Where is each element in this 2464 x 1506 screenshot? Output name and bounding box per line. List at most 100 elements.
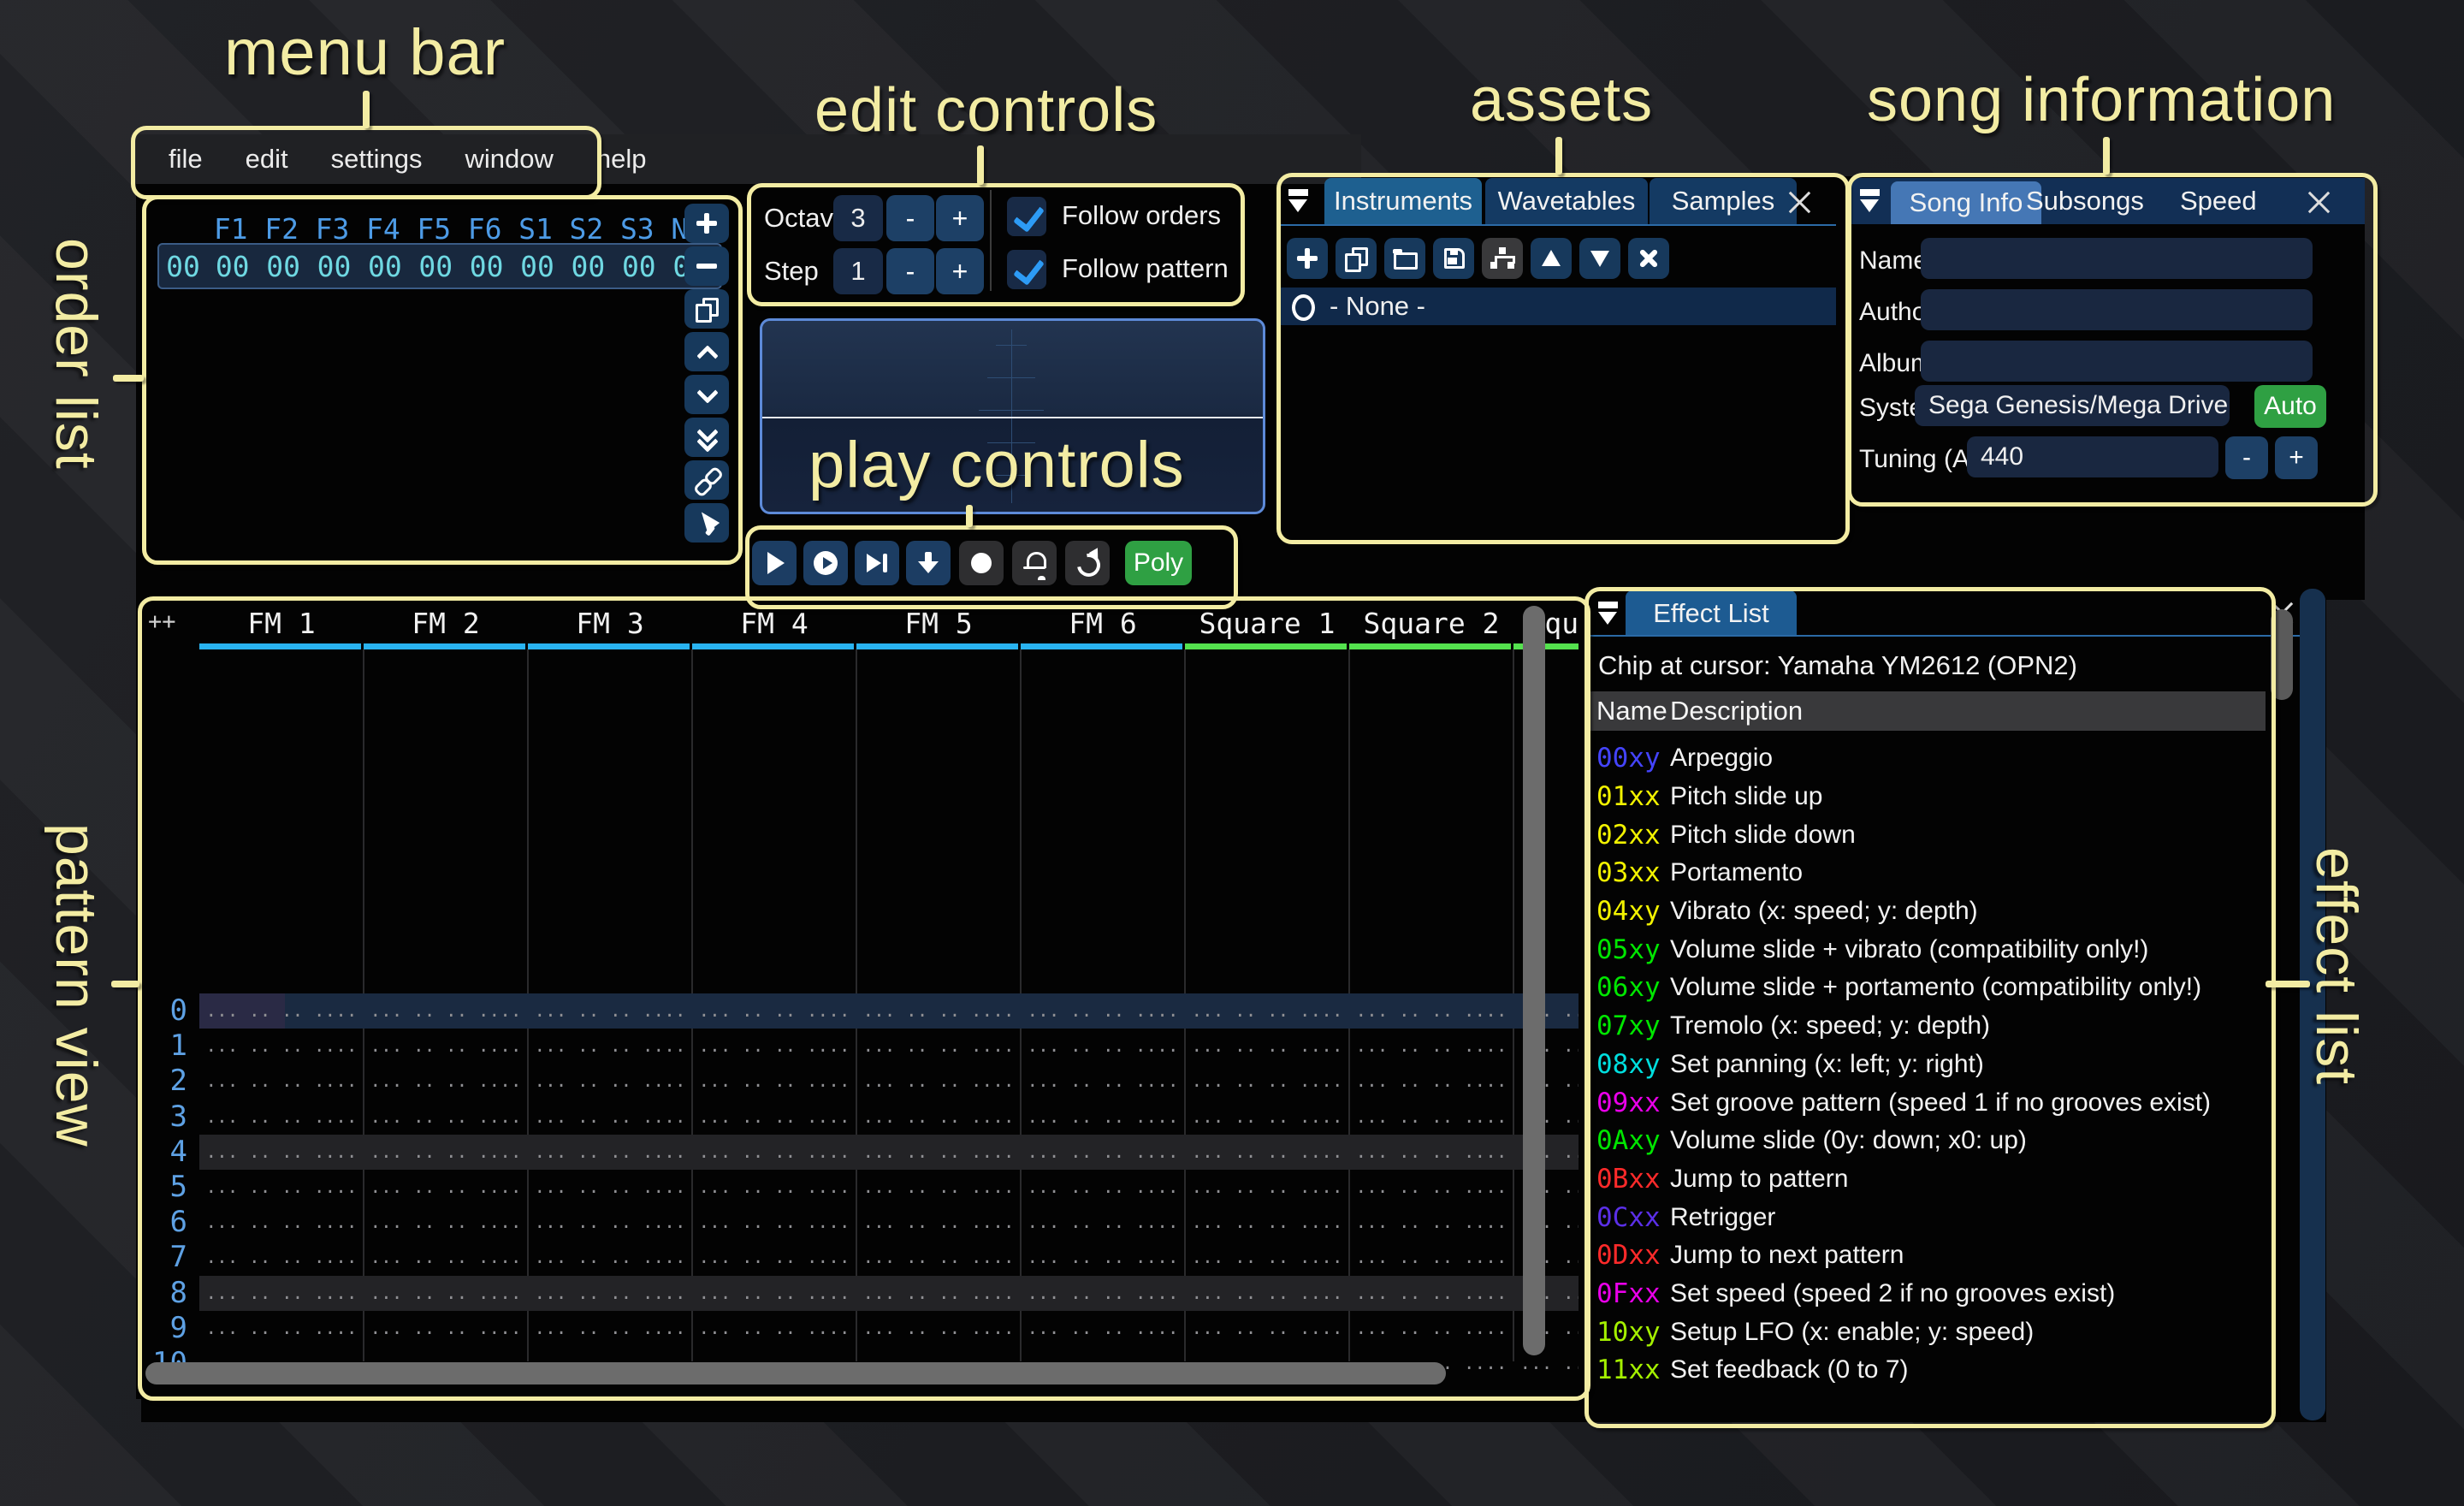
play-pattern-button[interactable]	[803, 541, 848, 585]
move-asset-down-button[interactable]	[1579, 238, 1620, 279]
pattern-cell[interactable]: ··· ·· ·· ····	[1185, 1205, 1349, 1240]
menu-item-help[interactable]: help	[596, 144, 647, 175]
effect-entry[interactable]: 0Axy Volume slide (0y: down; x0: up)	[1588, 1122, 2266, 1160]
pattern-cell[interactable]: ··· ·· ·· ····	[1021, 1100, 1185, 1135]
name-input[interactable]	[1921, 238, 2313, 279]
pattern-cell[interactable]: ··· ·· ·· ····	[856, 1100, 1021, 1135]
pattern-cell[interactable]: ··· ·· ·· ····	[1021, 1029, 1185, 1064]
effect-entry[interactable]: 02xx Pitch slide down	[1588, 815, 2266, 854]
pattern-cell[interactable]: ··· ·· ·· ····	[1349, 1205, 1513, 1240]
pattern-cell[interactable]: ··· ·· ·· ····	[528, 1240, 692, 1275]
duplicate-asset-button[interactable]	[1336, 238, 1377, 279]
menu-item-file[interactable]: file	[169, 144, 203, 175]
tuning-increase-button[interactable]: +	[2275, 436, 2318, 479]
step-row-button[interactable]	[906, 541, 951, 585]
pattern-horizontal-scrollbar[interactable]	[145, 1362, 1446, 1384]
system-auto-button[interactable]: Auto	[2254, 385, 2326, 428]
tab-effect-list[interactable]: Effect List	[1626, 590, 1797, 637]
pattern-cell[interactable]: ··· ·· ·· ····	[1185, 1311, 1349, 1346]
pattern-cell[interactable]: ··· ·· ·· ····	[364, 1029, 528, 1064]
menu-item-settings[interactable]: settings	[331, 144, 423, 175]
step-value[interactable]: 1	[833, 248, 883, 294]
channel-header-fm-3[interactable]: FM 3	[528, 607, 692, 640]
pattern-cell[interactable]: ··· ·· ·· ····	[364, 1064, 528, 1099]
pattern-cell[interactable]: ··· ·· ·· ····	[199, 1240, 364, 1275]
tab-samples[interactable]: Samples	[1650, 178, 1797, 224]
tuning-input[interactable]: 440	[1967, 436, 2218, 477]
pattern-row[interactable]: 5 ··· ·· ·· ···· ··· ·· ·· ···· ··· ·· ·· ·…	[141, 1170, 1578, 1205]
pattern-cell[interactable]: ··· ·· ·· ····	[856, 1276, 1021, 1311]
follow-pattern-checkbox[interactable]	[1007, 250, 1046, 289]
pattern-cell[interactable]: ··· ·· ·· ····	[364, 1100, 528, 1135]
tab-song-info[interactable]: Song Info	[1891, 181, 2041, 224]
duplicate-order-button[interactable]	[684, 289, 729, 329]
add-order-button[interactable]	[684, 204, 729, 243]
effect-entry[interactable]: 03xx Portamento	[1588, 854, 2266, 892]
pattern-row[interactable]: 2 ··· ·· ·· ···· ··· ·· ·· ···· ··· ·· ·· ·…	[141, 1064, 1578, 1099]
pattern-row[interactable]: 6 ··· ·· ·· ···· ··· ·· ·· ···· ··· ·· ·· ·…	[141, 1205, 1578, 1240]
channel-header-fm-5[interactable]: FM 5	[856, 607, 1021, 640]
pattern-cell[interactable]: ··· ·· ·· ····	[199, 1100, 364, 1135]
pattern-cell[interactable]: ··· ·· ·· ····	[856, 1135, 1021, 1170]
pattern-cell[interactable]: ··· ·· ·· ····	[1021, 1240, 1185, 1275]
octave-increase-button[interactable]: +	[936, 195, 984, 241]
tab-wavetables[interactable]: Wavetables	[1485, 178, 1648, 224]
order-cell-F6[interactable]: 00	[461, 250, 512, 283]
pattern-cell[interactable]: ··· ·· ·· ····	[528, 1276, 692, 1311]
duplicate-order-end-button[interactable]	[684, 418, 729, 457]
deep-clone-order-button[interactable]	[684, 460, 729, 500]
channel-header-fm-4[interactable]: FM 4	[692, 607, 856, 640]
pattern-cell[interactable]: ··· ·· ·· ····	[692, 1205, 856, 1240]
pattern-cell[interactable]: ··· ·· ·· ····	[528, 1135, 692, 1170]
pattern-cell[interactable]: ··· ·· ·· ····	[364, 1240, 528, 1275]
pattern-cell[interactable]: ··· ·· ·· ····	[1349, 1135, 1513, 1170]
menu-item-edit[interactable]: edit	[246, 144, 288, 175]
pattern-cell[interactable]: ··· ·· ·· ····	[199, 1170, 364, 1205]
pattern-cell[interactable]: ··· ·· ·· ····	[364, 1135, 528, 1170]
pattern-cell[interactable]: ··· ·· ·· ····	[1185, 1240, 1349, 1275]
pattern-cell[interactable]: ··· ·· ·· ····	[1185, 1276, 1349, 1311]
pattern-cell[interactable]: ··· ·· ·· ····	[1185, 1100, 1349, 1135]
effect-entry[interactable]: 04xy Vibrato (x: speed; y: depth)	[1588, 892, 2266, 931]
pattern-row[interactable]: 9 ··· ·· ·· ···· ··· ·· ·· ···· ··· ·· ·· ·…	[141, 1311, 1578, 1346]
effect-entry[interactable]: 08xy Set panning (x: left; y: right)	[1588, 1046, 2266, 1084]
order-cell-F2[interactable]: 00	[258, 250, 308, 283]
metronome-button[interactable]	[1012, 541, 1057, 585]
tab-speed[interactable]: Speed	[2180, 178, 2257, 224]
delete-asset-button[interactable]	[1628, 238, 1669, 279]
pattern-cell[interactable]: ··· ·· ·· ····	[692, 1276, 856, 1311]
effect-entry[interactable]: 01xx Pitch slide up	[1588, 778, 2266, 816]
collapse-icon[interactable]	[1285, 187, 1316, 217]
close-assets-button[interactable]	[1783, 187, 1814, 217]
pattern-cell[interactable]: ··· ·· ·· ····	[528, 1205, 692, 1240]
album-input[interactable]	[1921, 341, 2313, 382]
pattern-cell[interactable]: ··· ·· ·· ····	[1349, 1100, 1513, 1135]
order-cell-F1[interactable]: 00	[207, 250, 258, 283]
pattern-vertical-scrollbar[interactable]	[1523, 606, 1545, 1355]
channel-header-square-1[interactable]: Square 1	[1185, 607, 1349, 640]
channel-header-fm-2[interactable]: FM 2	[364, 607, 528, 640]
play-button[interactable]	[752, 541, 797, 585]
pattern-cell[interactable]: ··· ·· ·· ····	[364, 1170, 528, 1205]
open-asset-button[interactable]	[1384, 238, 1425, 279]
order-edit-mode-button[interactable]	[684, 503, 729, 543]
effect-entry[interactable]: 11xx Set feedback (0 to 7)	[1588, 1351, 2266, 1390]
pattern-cell[interactable]: ··· ·· ·· ····	[528, 1100, 692, 1135]
pattern-cell[interactable]: ··· ·· ·· ····	[528, 1311, 692, 1346]
effect-entry[interactable]: 10xy Setup LFO (x: enable; y: speed)	[1588, 1313, 2266, 1351]
effect-entry[interactable]: 06xy Volume slide + portamento (compatibi…	[1588, 969, 2266, 1007]
author-input[interactable]	[1921, 289, 2313, 330]
pattern-cell[interactable]: ··· ·· ·· ····	[692, 1311, 856, 1346]
move-order-down-button[interactable]	[684, 375, 729, 414]
pattern-cell[interactable]: ··· ·· ·· ····	[1349, 1311, 1513, 1346]
pattern-cell[interactable]: ··· ·· ·· ····	[1021, 1064, 1185, 1099]
pattern-cell[interactable]: ··· ·· ·· ····	[692, 1240, 856, 1275]
order-cell-S1[interactable]: 00	[512, 250, 562, 283]
pattern-cell[interactable]: ··· ·· ·· ····	[528, 1170, 692, 1205]
pattern-cell[interactable]: ··· ·· ·· ····	[528, 1064, 692, 1099]
pattern-cell[interactable]: ··· ·· ·· ····	[1513, 1346, 1578, 1381]
order-list-selected-row[interactable]: 0000000000000000000000	[157, 243, 722, 289]
effect-entry[interactable]: 0Cxx Retrigger	[1588, 1198, 2266, 1236]
pattern-cell[interactable]: ··· ·· ·· ····	[1185, 1170, 1349, 1205]
play-from-cursor-button[interactable]	[855, 541, 899, 585]
